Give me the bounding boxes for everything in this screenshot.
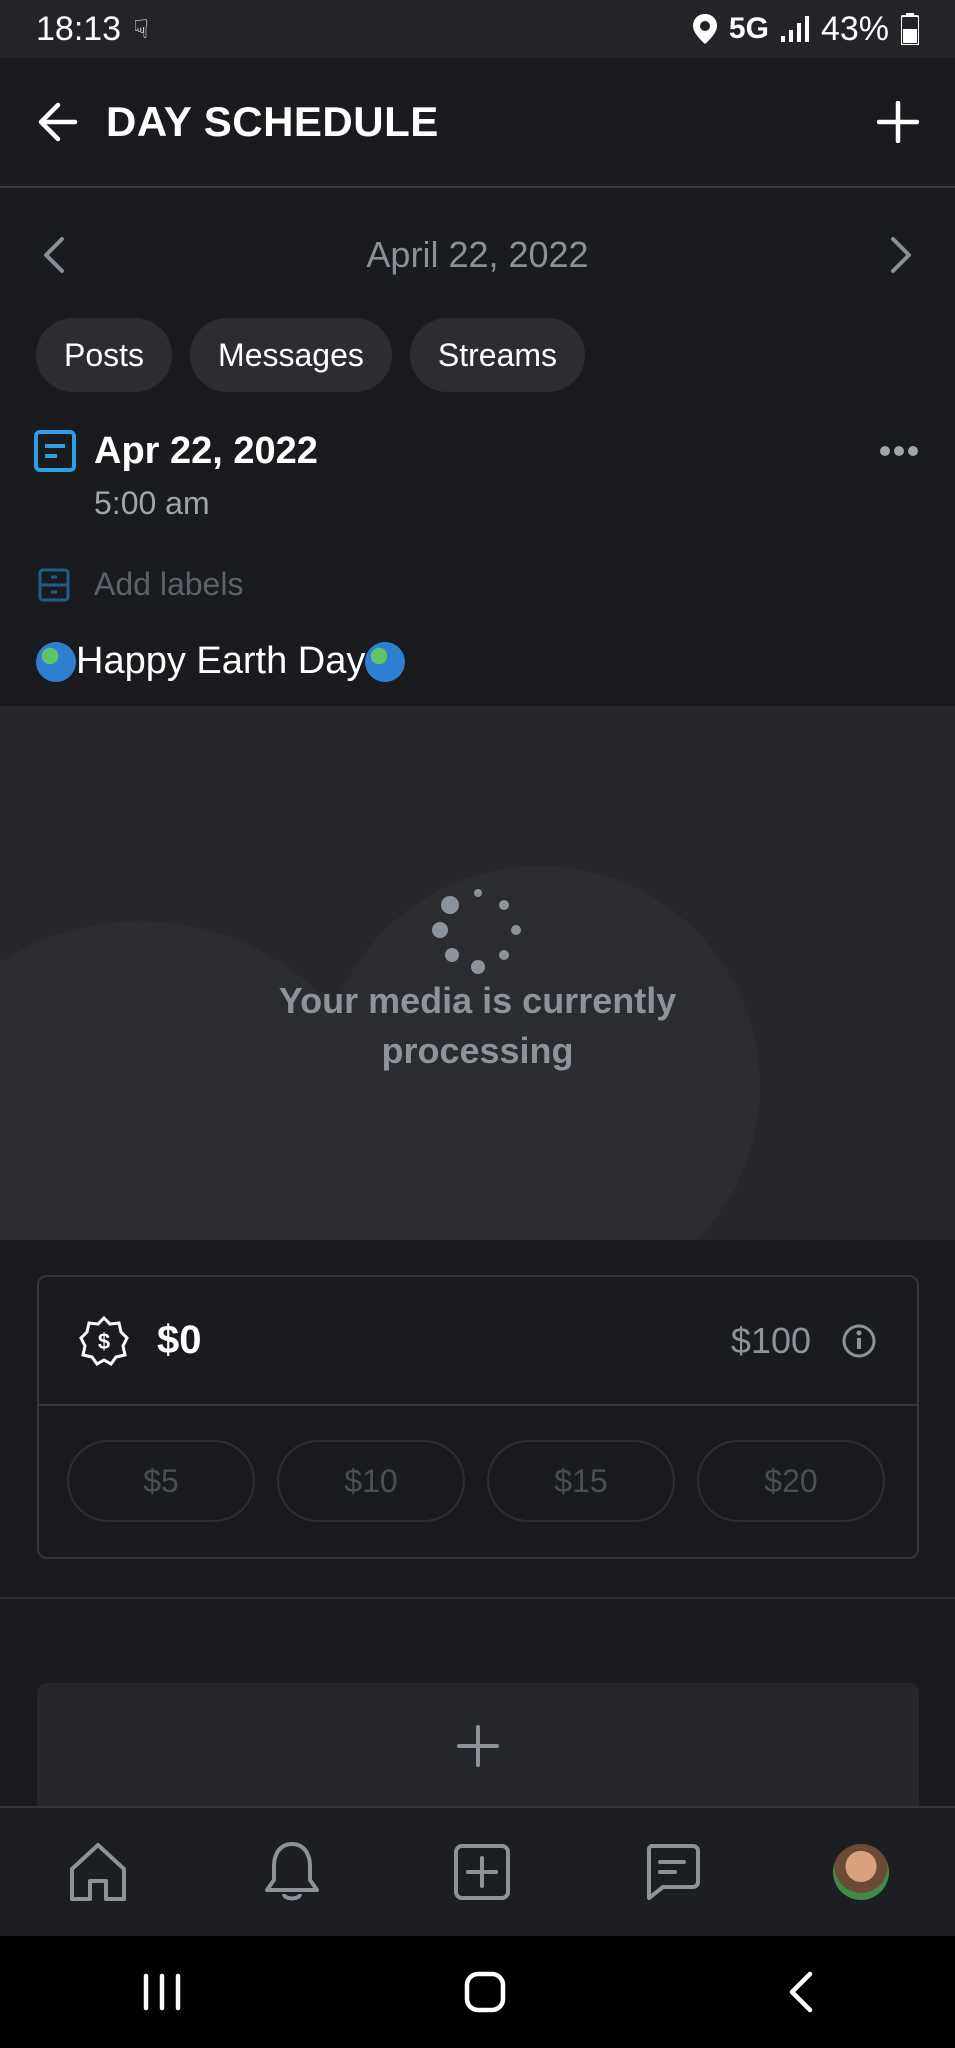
home-button-icon[interactable] — [463, 1970, 507, 2014]
globe-emoji-icon — [365, 641, 406, 682]
recent-apps-icon[interactable] — [140, 1972, 184, 2012]
loading-spinner-icon — [432, 889, 521, 974]
info-icon[interactable] — [841, 1323, 877, 1359]
tip-option-5[interactable]: $5 — [67, 1440, 255, 1522]
notifications-bell-icon[interactable] — [262, 1840, 322, 1904]
system-back-icon[interactable] — [786, 1970, 816, 2014]
status-bar: 18:13 ☟ 5G 43% — [0, 0, 955, 58]
battery-percent: 43% — [820, 9, 889, 48]
filter-chips: Posts Messages Streams — [36, 318, 586, 392]
post-caption: Happy Earth Day — [36, 640, 406, 683]
tip-max: $100 — [730, 1319, 811, 1361]
divider — [0, 1597, 955, 1599]
tips-panel: $ $0 $100 $5 $10 $15 $20 — [37, 1275, 919, 1559]
post-date: Apr 22, 2022 — [94, 429, 318, 472]
current-date[interactable]: April 22, 2022 — [366, 234, 588, 276]
add-media-button[interactable] — [37, 1683, 919, 1808]
status-time: 18:13 — [36, 9, 122, 48]
page-title: DAY SCHEDULE — [106, 98, 439, 145]
next-date-icon[interactable] — [885, 235, 915, 275]
post-header: Apr 22, 2022 — [34, 424, 919, 478]
chip-messages[interactable]: Messages — [190, 318, 392, 392]
dollar-badge-icon: $ — [79, 1315, 129, 1366]
date-navigator: April 22, 2022 — [0, 200, 955, 310]
processing-line-1: Your media is currently — [278, 980, 677, 1021]
back-arrow-icon[interactable] — [36, 101, 78, 143]
processing-line-2: processing — [381, 1030, 574, 1071]
tip-option-20[interactable]: $20 — [697, 1440, 885, 1522]
tip-option-15[interactable]: $15 — [487, 1440, 675, 1522]
tip-option-10[interactable]: $10 — [277, 1440, 465, 1522]
system-navigation — [0, 1936, 955, 2048]
media-preview: Your media is currently processing — [0, 706, 955, 1240]
plus-icon — [457, 1724, 499, 1767]
add-labels-text: Add labels — [94, 566, 244, 602]
messages-icon[interactable] — [643, 1842, 701, 1902]
battery-icon — [901, 13, 919, 45]
create-post-icon[interactable] — [453, 1843, 511, 1901]
network-label: 5G — [728, 12, 769, 45]
processing-message: Your media is currently processing — [0, 976, 955, 1076]
bottom-navigation — [0, 1806, 955, 1936]
home-icon[interactable] — [66, 1841, 130, 1903]
chip-posts[interactable]: Posts — [36, 318, 173, 392]
notification-icon: ☟ — [133, 13, 149, 44]
profile-avatar[interactable] — [833, 1844, 890, 1900]
svg-text:$: $ — [98, 1329, 110, 1354]
more-options-icon[interactable] — [879, 445, 919, 457]
tip-amount[interactable]: $0 — [157, 1318, 731, 1363]
signal-icon — [780, 16, 809, 42]
chip-streams[interactable]: Streams — [409, 318, 586, 392]
post-type-icon — [34, 430, 76, 472]
post-caption-text: Happy Earth Day — [76, 640, 366, 682]
app-header: DAY SCHEDULE — [0, 58, 955, 188]
prev-date-icon[interactable] — [40, 235, 70, 275]
label-icon — [38, 568, 70, 601]
post-time: 5:00 am — [94, 485, 210, 521]
add-icon[interactable] — [877, 101, 919, 143]
location-icon — [692, 14, 717, 44]
globe-emoji-icon — [36, 641, 76, 682]
add-labels-row[interactable]: Add labels — [38, 566, 243, 603]
